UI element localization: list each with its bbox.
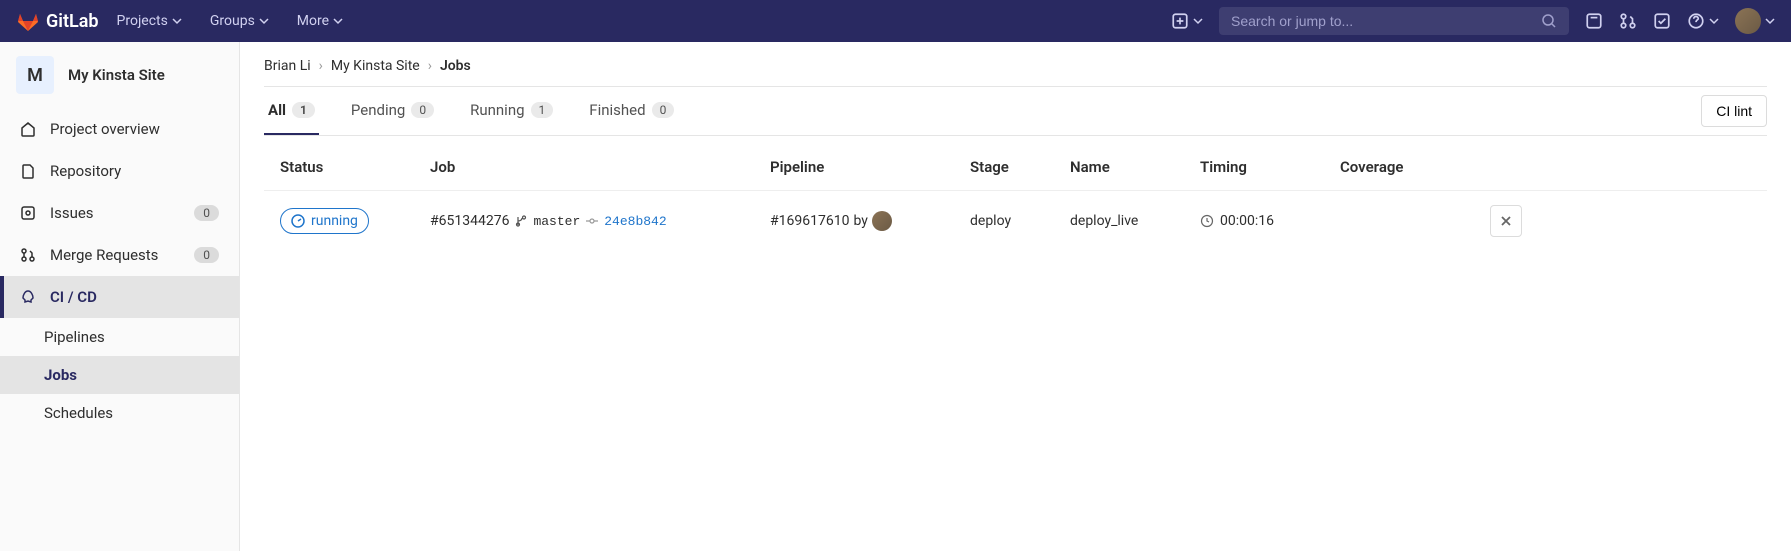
tab-count: 0	[652, 102, 675, 118]
tab-finished[interactable]: Finished 0	[585, 87, 678, 135]
sidebar-item-label: CI / CD	[50, 288, 97, 306]
issues-icon	[20, 205, 36, 221]
nav-more[interactable]: More	[287, 13, 353, 29]
sidebar-item-cicd[interactable]: CI / CD	[0, 276, 239, 318]
tab-all[interactable]: All 1	[264, 87, 319, 135]
chevron-down-icon	[259, 16, 269, 26]
tab-count: 1	[531, 102, 554, 118]
col-pipeline: Pipeline	[770, 158, 970, 176]
chevron-down-icon	[1765, 16, 1775, 26]
commit-icon	[586, 215, 598, 227]
rocket-icon	[20, 289, 36, 305]
chevron-down-icon	[333, 16, 343, 26]
commit-sha[interactable]: 24e8b842	[604, 214, 666, 229]
sidebar-item-overview[interactable]: Project overview	[0, 108, 239, 150]
merge-icon	[20, 247, 36, 263]
sidebar-item-label: Repository	[50, 162, 121, 180]
close-icon	[1500, 215, 1512, 227]
col-name: Name	[1070, 158, 1200, 176]
search-input-wrapper[interactable]	[1219, 7, 1569, 35]
tab-count: 0	[411, 102, 434, 118]
cancel-job-button[interactable]	[1490, 205, 1522, 237]
tab-count: 1	[292, 102, 315, 118]
tab-pending[interactable]: Pending 0	[347, 87, 438, 135]
home-icon	[20, 121, 36, 137]
brand-text: GitLab	[46, 11, 99, 32]
status-badge[interactable]: running	[280, 208, 369, 234]
clock-icon	[1200, 214, 1214, 228]
breadcrumb-sep: ›	[428, 58, 432, 74]
count-badge: 0	[194, 247, 219, 263]
running-icon	[291, 214, 305, 228]
status-tabs: All 1 Pending 0 Running 1 Finished 0	[264, 87, 678, 135]
pipeline-author-avatar[interactable]	[872, 211, 892, 231]
sidebar-subitem-jobs[interactable]: Jobs	[0, 356, 239, 394]
nav-projects[interactable]: Projects	[107, 13, 192, 29]
gitlab-icon	[16, 9, 40, 33]
jobs-table: Status Job Pipeline Stage Name Timing Co…	[264, 144, 1767, 251]
search-icon	[1541, 13, 1557, 29]
help-dropdown[interactable]	[1687, 12, 1719, 30]
todos-shortcut[interactable]	[1653, 12, 1671, 30]
ci-lint-button[interactable]: CI lint	[1701, 95, 1767, 127]
sidebar-subitem-pipelines[interactable]: Pipelines	[0, 318, 239, 356]
project-name: My Kinsta Site	[68, 66, 165, 84]
breadcrumb: Brian Li › My Kinsta Site › Jobs	[264, 58, 1767, 74]
sidebar-item-label: Issues	[50, 204, 94, 222]
create-new-dropdown[interactable]	[1171, 12, 1203, 30]
job-name[interactable]: deploy_live	[1070, 213, 1200, 229]
breadcrumb-current: Jobs	[440, 58, 471, 74]
job-id[interactable]: #651344276	[430, 213, 509, 229]
project-avatar: M	[16, 56, 54, 94]
tab-running[interactable]: Running 1	[466, 87, 557, 135]
pipeline-id[interactable]: #169617610	[770, 213, 849, 229]
merge-requests-shortcut[interactable]	[1619, 12, 1637, 30]
chevron-down-icon	[172, 16, 182, 26]
chevron-down-icon	[1709, 12, 1719, 30]
breadcrumb-sep: ›	[319, 58, 323, 74]
search-input[interactable]	[1231, 13, 1541, 29]
chevron-down-icon	[1193, 12, 1203, 30]
sidebar-item-issues[interactable]: Issues 0	[0, 192, 239, 234]
sidebar-item-label: Project overview	[50, 120, 160, 138]
col-job: Job	[430, 158, 770, 176]
sidebar-item-label: Merge Requests	[50, 246, 158, 264]
sidebar: M My Kinsta Site Project overview Reposi…	[0, 42, 240, 551]
branch-icon	[515, 215, 527, 227]
sidebar-item-merge-requests[interactable]: Merge Requests 0	[0, 234, 239, 276]
sidebar-subitem-schedules[interactable]: Schedules	[0, 394, 239, 432]
stage-name: deploy	[970, 213, 1070, 229]
pipeline-by-text: by	[853, 213, 867, 229]
col-stage: Stage	[970, 158, 1070, 176]
col-coverage: Coverage	[1340, 158, 1490, 176]
sidebar-project-header[interactable]: M My Kinsta Site	[0, 42, 239, 108]
timing-value: 00:00:16	[1220, 213, 1274, 229]
user-avatar	[1735, 8, 1761, 34]
user-menu[interactable]	[1735, 8, 1775, 34]
nav-groups[interactable]: Groups	[200, 13, 279, 29]
table-row: running #651344276 master 24e8b842 #1696…	[264, 190, 1767, 251]
breadcrumb-user[interactable]: Brian Li	[264, 58, 311, 74]
col-status: Status	[280, 158, 430, 176]
count-badge: 0	[194, 205, 219, 221]
breadcrumb-project[interactable]: My Kinsta Site	[331, 58, 420, 74]
sidebar-item-repository[interactable]: Repository	[0, 150, 239, 192]
top-navbar: GitLab Projects Groups More	[0, 0, 1791, 42]
doc-icon	[20, 163, 36, 179]
branch-name[interactable]: master	[533, 214, 580, 229]
table-header: Status Job Pipeline Stage Name Timing Co…	[264, 144, 1767, 190]
gitlab-logo[interactable]: GitLab	[16, 9, 99, 33]
col-timing: Timing	[1200, 158, 1340, 176]
main-content: Brian Li › My Kinsta Site › Jobs All 1 P…	[240, 42, 1791, 551]
issues-shortcut[interactable]	[1585, 12, 1603, 30]
